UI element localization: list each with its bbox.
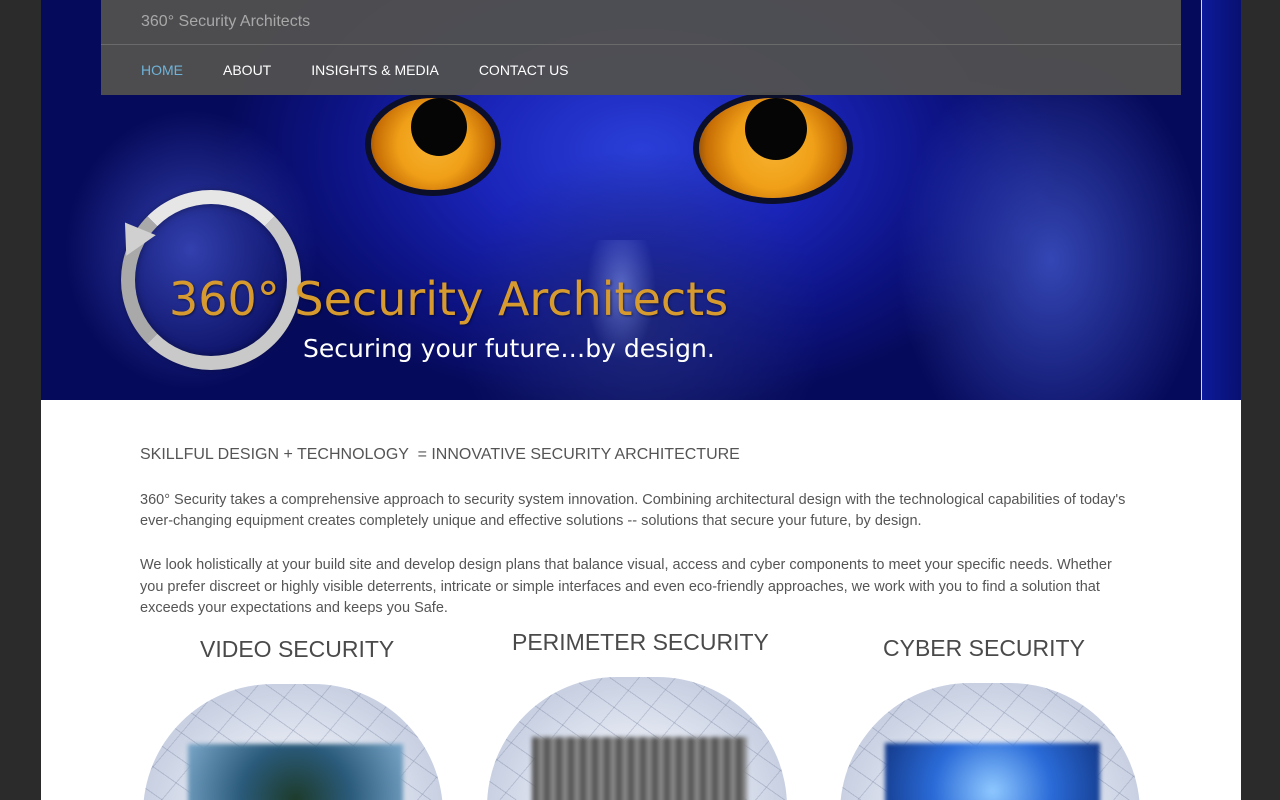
hero-side-strip <box>1201 0 1241 400</box>
hero-logo-title: 360° Security Architects <box>169 272 729 326</box>
video-security-image[interactable] <box>143 684 443 800</box>
nav-item-about[interactable]: ABOUT <box>223 62 271 78</box>
service-title-cyber: CYBER SECURITY <box>883 635 1085 661</box>
main-nav: HOME ABOUT INSIGHTS & MEDIA CONTACT US <box>141 62 609 78</box>
service-title-video: VIDEO SECURITY <box>200 636 395 662</box>
page-headline: SKILLFUL DESIGN + TECHNOLOGY = INNOVATIV… <box>140 446 740 463</box>
approach-paragraph: We look holistically at your build site … <box>140 557 1112 616</box>
site-header: 360° Security Architects HOME ABOUT INSI… <box>101 0 1181 95</box>
owl-right-eye <box>699 98 847 198</box>
site-title[interactable]: 360° Security Architects <box>141 13 310 31</box>
nav-item-insights-media[interactable]: INSIGHTS & MEDIA <box>311 62 439 78</box>
intro-paragraph: 360° Security takes a comprehensive appr… <box>140 492 1126 529</box>
perimeter-security-image[interactable] <box>487 677 787 800</box>
header-divider <box>101 44 1181 45</box>
nav-item-contact-us[interactable]: CONTACT US <box>479 62 569 78</box>
nav-item-home[interactable]: HOME <box>141 62 183 78</box>
page: 360° Security Architects Securing your f… <box>41 0 1241 800</box>
hero-tagline: Securing your future…by design. <box>303 334 715 363</box>
owl-left-eye <box>371 98 495 190</box>
service-title-perimeter: PERIMETER SECURITY <box>512 629 769 655</box>
cyber-security-image[interactable] <box>840 683 1140 800</box>
